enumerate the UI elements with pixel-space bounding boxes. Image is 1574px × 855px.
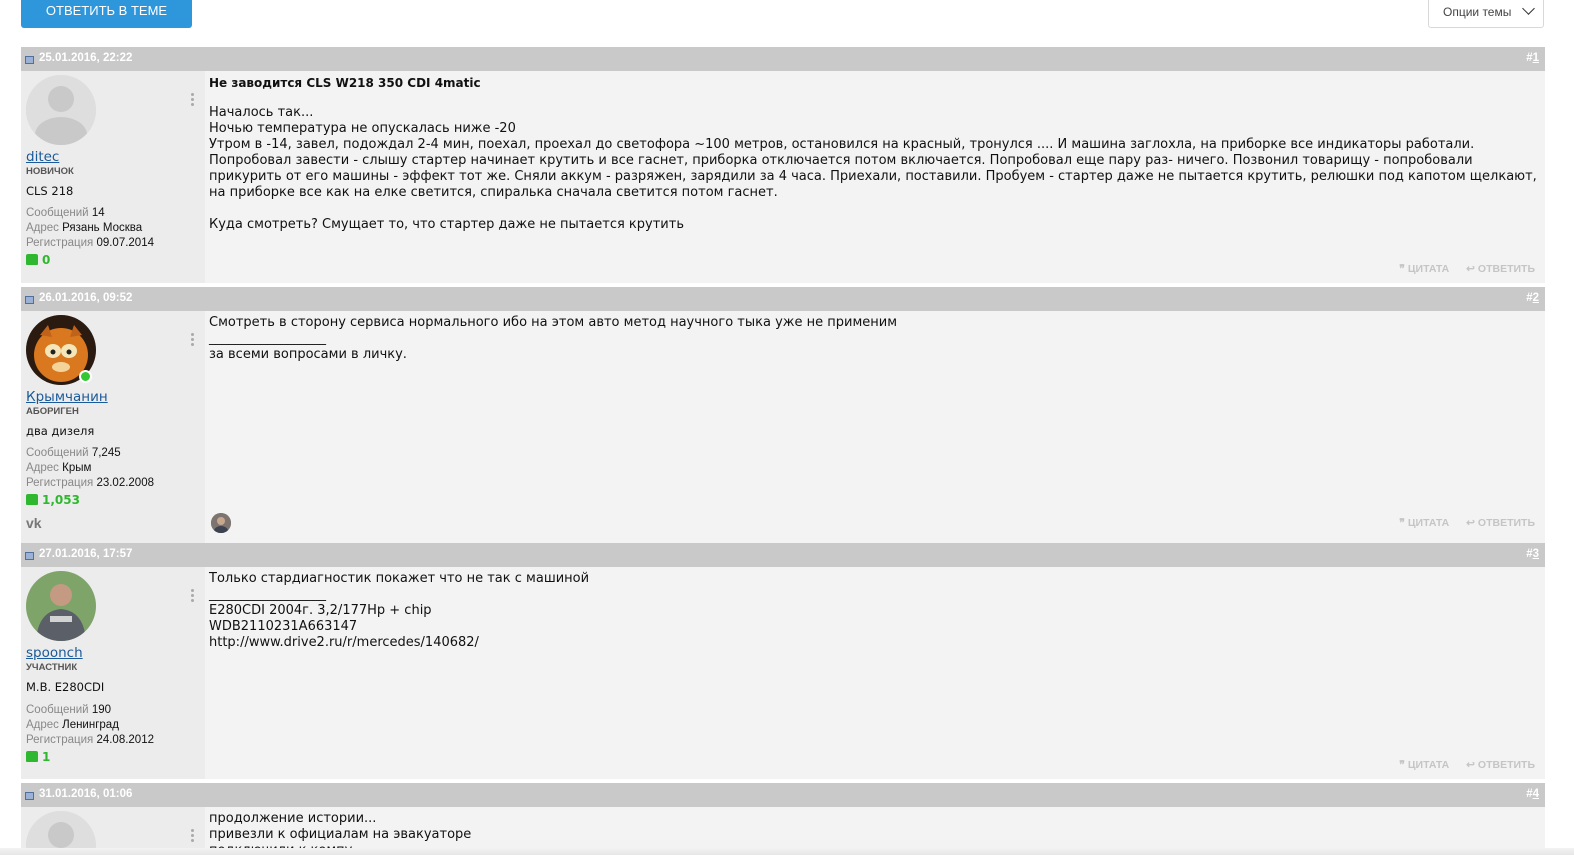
reply-button[interactable]: ↩ ОТВЕТИТЬ — [1466, 263, 1535, 275]
user-registration: Регистрация 23.02.2008 — [26, 477, 154, 489]
user-messages: Сообщений 190 — [26, 704, 112, 716]
thread-options-dropdown[interactable]: Опции темы — [1428, 0, 1544, 28]
post-message: Началось так... Ночью температура не опу… — [209, 105, 1537, 232]
post-number-link[interactable]: 3 — [1533, 548, 1539, 560]
post-number-link[interactable]: 4 — [1533, 788, 1539, 800]
user-info-panel: spoonch УЧАСТНИК M.B. E280CDI Сообщений … — [21, 567, 205, 779]
bottom-edge — [0, 848, 1574, 855]
post-1: 25.01.2016, 22:22 #1 ditec НОВИЧОК CLS 2… — [21, 47, 1545, 283]
post-date: 31.01.2016, 01:06 — [39, 788, 133, 800]
user-messages: Сообщений 7,245 — [26, 447, 121, 459]
user-car: M.B. E280CDI — [26, 680, 105, 694]
post-header: 27.01.2016, 17:57 #3 — [21, 543, 1545, 567]
quote-icon: ❞ — [1399, 759, 1405, 771]
thumbs-up-icon — [26, 751, 38, 762]
post-header: 31.01.2016, 01:06 #4 — [21, 783, 1545, 807]
user-messages: Сообщений 14 — [26, 207, 105, 219]
reply-in-thread-button[interactable]: ОТВЕТИТЬ В ТЕМЕ — [21, 0, 192, 28]
username-link[interactable]: Крымчанин — [26, 389, 108, 405]
user-likes: 1,053 — [26, 493, 80, 507]
chevron-down-icon — [1522, 2, 1535, 15]
post-message: Смотреть в сторону сервиса нормального и… — [209, 315, 898, 362]
user-address: Адрес Крым — [26, 462, 92, 474]
post-date: 26.01.2016, 09:52 — [39, 292, 133, 304]
thread-options-label: Опции темы — [1443, 5, 1512, 19]
quote-icon: ❞ — [1399, 263, 1405, 275]
avatar[interactable] — [26, 571, 96, 641]
post-2: 26.01.2016, 09:52 #2 Крымчанин АБОРИГЕН … — [21, 287, 1545, 543]
post-status-icon — [25, 792, 34, 800]
post-status-icon — [25, 296, 34, 304]
post-status-icon — [25, 552, 34, 560]
avatar[interactable] — [26, 75, 96, 145]
quote-button[interactable]: ❞ ЦИТАТА — [1399, 263, 1449, 275]
post-date: 27.01.2016, 17:57 — [39, 548, 133, 560]
post-content: Только стардиагностик покажет что не так… — [209, 567, 1545, 779]
post-number-link[interactable]: 2 — [1533, 292, 1539, 304]
post-actions: ❞ ЦИТАТА ↩ ОТВЕТИТЬ — [1385, 517, 1535, 529]
user-menu-icon[interactable] — [191, 589, 195, 604]
reply-arrow-icon: ↩ — [1466, 759, 1475, 771]
user-info-panel: ditec НОВИЧОК CLS 218 Сообщений 14 Адрес… — [21, 71, 205, 283]
post-3: 27.01.2016, 17:57 #3 spoonch УЧАСТНИК M.… — [21, 543, 1545, 779]
post-status-icon — [25, 56, 34, 64]
thumbs-up-icon — [26, 494, 38, 505]
quote-button[interactable]: ❞ ЦИТАТА — [1399, 759, 1449, 771]
username-link[interactable]: spoonch — [26, 645, 83, 661]
reply-button[interactable]: ↩ ОТВЕТИТЬ — [1466, 759, 1535, 771]
post-4: 31.01.2016, 01:06 #4 продолжение истории… — [21, 783, 1545, 855]
liked-by-avatar[interactable] — [211, 513, 231, 533]
online-status-indicator — [79, 370, 92, 383]
reply-arrow-icon: ↩ — [1466, 263, 1475, 275]
quote-icon: ❞ — [1399, 517, 1405, 529]
vk-icon[interactable]: vk — [26, 515, 42, 531]
user-registration: Регистрация 09.07.2014 — [26, 237, 154, 249]
user-rank: НОВИЧОК — [26, 166, 74, 177]
user-likes: 0 — [26, 253, 50, 267]
post-actions: ❞ ЦИТАТА ↩ ОТВЕТИТЬ — [1385, 263, 1535, 275]
post-number[interactable]: #4 — [1526, 788, 1539, 800]
post-date: 25.01.2016, 22:22 — [39, 52, 133, 64]
post-header: 26.01.2016, 09:52 #2 — [21, 287, 1545, 311]
quote-button[interactable]: ❞ ЦИТАТА — [1399, 517, 1449, 529]
username-link[interactable]: ditec — [26, 149, 59, 165]
user-address: Адрес Рязань Москва — [26, 222, 143, 234]
user-menu-icon[interactable] — [191, 333, 195, 348]
user-info-panel: Крымчанин АБОРИГЕН два дизеля Сообщений … — [21, 311, 205, 543]
reply-button[interactable]: ↩ ОТВЕТИТЬ — [1466, 517, 1535, 529]
post-number[interactable]: #3 — [1526, 548, 1539, 560]
post-content: Смотреть в сторону сервиса нормального и… — [209, 311, 1545, 543]
thumbs-up-icon — [26, 254, 38, 265]
user-likes: 1 — [26, 750, 50, 764]
post-content: Не заводится CLS W218 350 CDI 4matic Нача… — [209, 71, 1545, 283]
user-registration: Регистрация 24.08.2012 — [26, 734, 154, 746]
post-number-link[interactable]: 1 — [1533, 52, 1539, 64]
user-car: CLS 218 — [26, 184, 74, 198]
user-menu-icon[interactable] — [191, 829, 195, 844]
post-message: Только стардиагностик покажет что не так… — [209, 571, 590, 650]
post-title: Не заводится CLS W218 350 CDI 4matic — [209, 76, 481, 90]
user-rank: АБОРИГЕН — [26, 406, 79, 417]
post-number[interactable]: #2 — [1526, 292, 1539, 304]
user-menu-icon[interactable] — [191, 93, 195, 108]
user-rank: УЧАСТНИК — [26, 662, 78, 673]
post-header: 25.01.2016, 22:22 #1 — [21, 47, 1545, 71]
post-actions: ❞ ЦИТАТА ↩ ОТВЕТИТЬ — [1385, 759, 1535, 771]
thread-toolbar: ОТВЕТИТЬ В ТЕМЕ Опции темы — [0, 0, 1574, 46]
user-car: два дизеля — [26, 424, 95, 438]
post-number[interactable]: #1 — [1526, 52, 1539, 64]
post-text: Не заводится CLS W218 350 CDI 4matic Нача… — [209, 75, 1539, 233]
user-address: Адрес Ленинград — [26, 719, 119, 731]
reply-arrow-icon: ↩ — [1466, 517, 1475, 529]
